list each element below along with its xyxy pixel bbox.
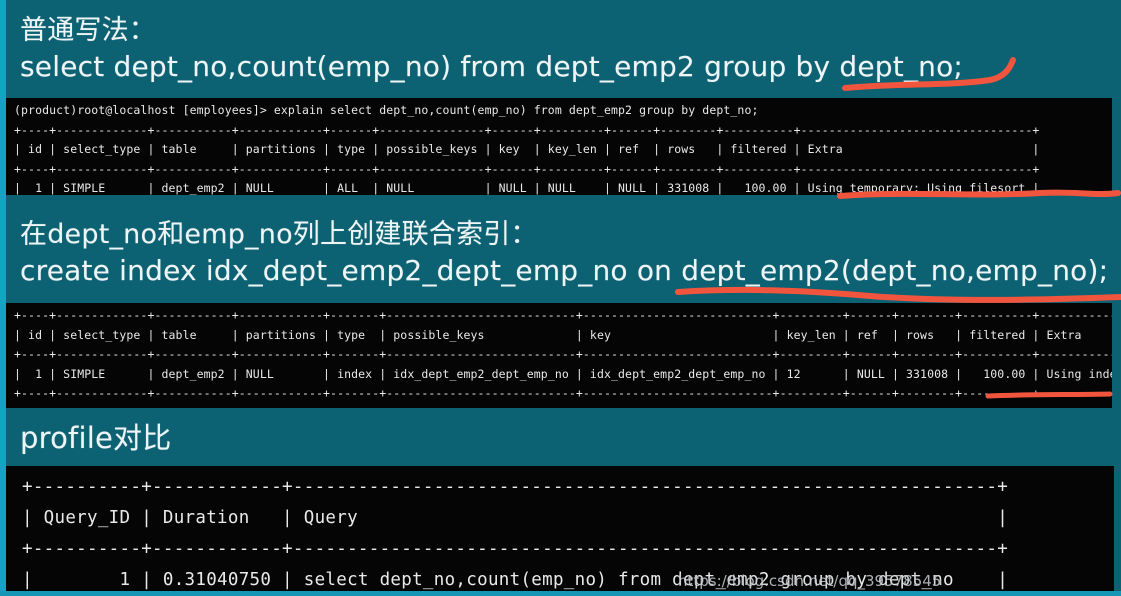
terminal1-line-2: | id | select_type | table | partitions … (14, 142, 1040, 156)
terminal-explain-with-index: +----+-------------+-----------+--------… (6, 303, 1112, 408)
terminal-explain-no-index: (product)root@localhost [employees]> exp… (6, 98, 1112, 195)
terminal2-line-3: | 1 | SIMPLE | dept_emp2 | NULL | index … (14, 366, 1112, 381)
section1-heading-cn: 普通写法： (20, 15, 156, 46)
bottom-edge-strip (0, 591, 1121, 596)
terminal1-line-3: +----+-------------+-----------+--------… (14, 161, 1040, 176)
section1-sql-statement: select dept_no,count(emp_no) from dept_e… (20, 50, 964, 83)
terminal2-line-0: +----+-------------+-----------+--------… (14, 308, 1112, 322)
terminal2-line-2: +----+-------------+-----------+--------… (14, 347, 1112, 361)
terminal3-line-2: +----------+------------+---------------… (22, 539, 1009, 559)
underline-dept-emp2-columns-icon (675, 286, 1121, 303)
terminal3-line-1: | Query_ID | Duration | Query | (22, 508, 1009, 528)
terminal2-line-5: 1 row in set, 1 warning (0.00 sec) (14, 404, 1112, 409)
section3-heading: profile对比 (20, 421, 172, 455)
terminal1-line-1: +----+-------------+-----------+--------… (14, 122, 1040, 137)
terminal1-line-4: | 1 | SIMPLE | dept_emp2 | NULL | ALL | … (14, 181, 1040, 195)
section2-heading-cn: 在dept_no和emp_no列上创建联合索引： (20, 219, 538, 250)
terminal2-line-1: | id | select_type | table | partitions … (14, 327, 1112, 342)
screenshot-root: 普通写法： select dept_no,count(emp_no) from … (0, 0, 1121, 596)
terminal-show-profiles: +----------+------------+---------------… (6, 466, 1114, 596)
terminal1-line-0: (product)root@localhost [employees]> exp… (14, 103, 759, 117)
terminal3-line-0: +----------+------------+---------------… (22, 477, 1009, 497)
terminal2-line-4: +----+-------------+-----------+--------… (14, 386, 1112, 400)
section2-sql-statement: create index idx_dept_emp2_dept_emp_no o… (20, 254, 1109, 287)
csdn-watermark: https://blog.csdn.net/qq_39578545 (678, 572, 942, 590)
